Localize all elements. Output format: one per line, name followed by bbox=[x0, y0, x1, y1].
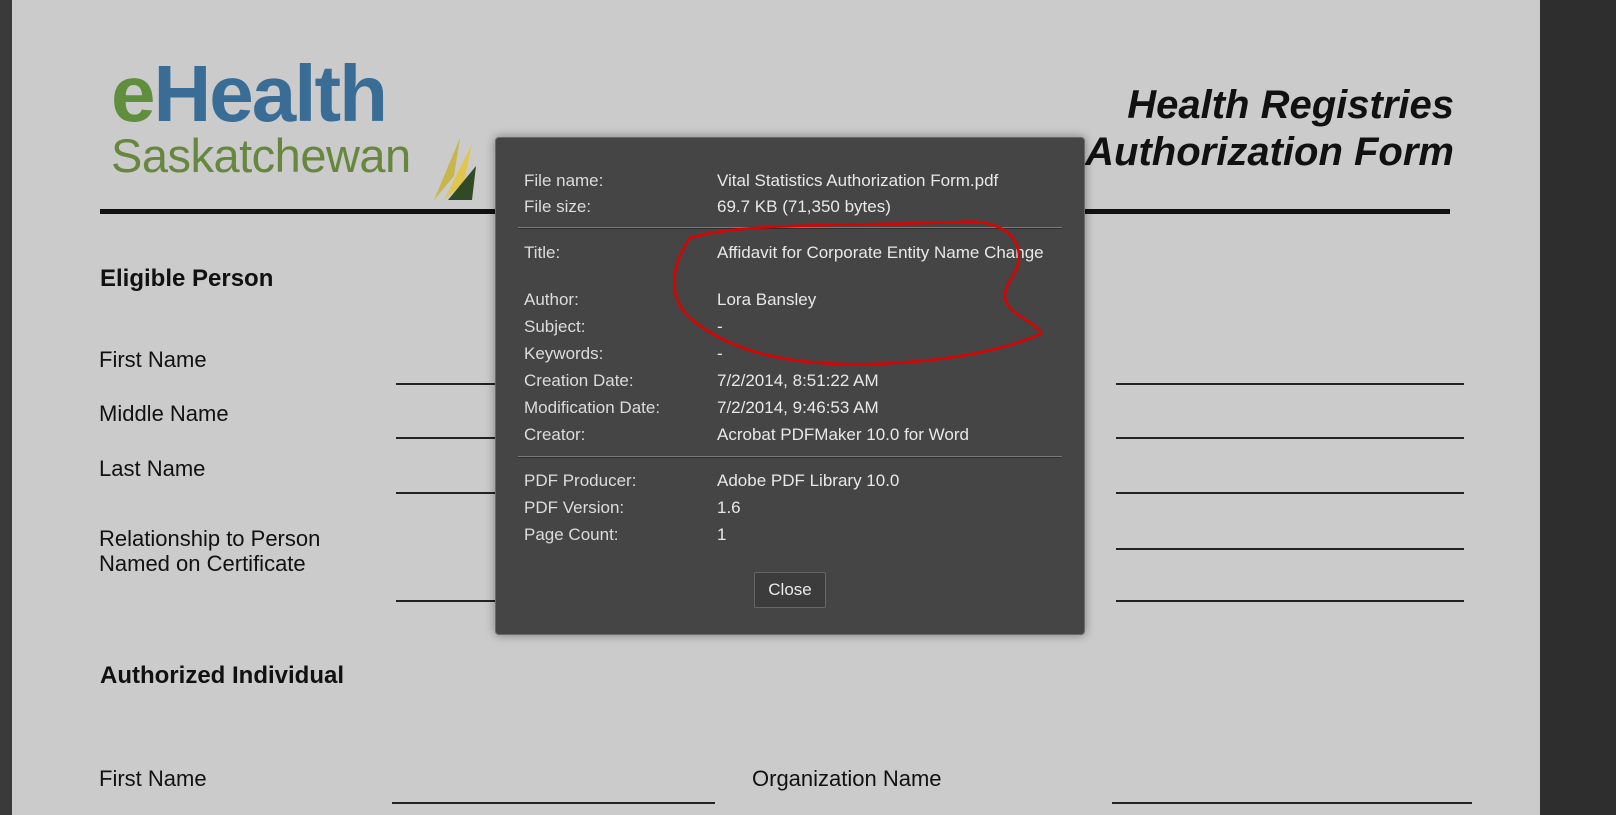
field-line-right-1[interactable] bbox=[1116, 383, 1464, 385]
wheat-logo-icon bbox=[434, 138, 476, 200]
field-line-right-3[interactable] bbox=[1116, 492, 1464, 494]
organization-name-line[interactable] bbox=[1112, 802, 1472, 804]
file-name-value: Vital Statistics Authorization Form.pdf bbox=[717, 171, 999, 190]
label-relationship: Relationship to Person Named on Certific… bbox=[99, 526, 320, 576]
form-title-line2: Authorization Form bbox=[1085, 130, 1454, 174]
file-name-label: File name: bbox=[524, 171, 604, 190]
file-size-value: 69.7 KB (71,350 bytes) bbox=[717, 197, 891, 216]
relationship-line-left[interactable] bbox=[396, 600, 496, 602]
logo-e: e bbox=[111, 49, 155, 138]
form-title: Health Registries Authorization Form bbox=[1085, 82, 1454, 176]
label-middle-name: Middle Name bbox=[99, 401, 229, 426]
keywords-label: Keywords: bbox=[524, 344, 604, 363]
label-relationship-line2: Named on Certificate bbox=[99, 551, 306, 576]
page-count-value: 1 bbox=[717, 525, 727, 544]
page-count-label: Page Count: bbox=[524, 525, 619, 544]
document-properties-dialog: File name: Vital Statistics Authorizatio… bbox=[495, 137, 1085, 635]
label-auth-first-name: First Name bbox=[99, 766, 207, 791]
label-first-name: First Name bbox=[99, 347, 207, 372]
subject-label: Subject: bbox=[524, 317, 586, 336]
pdf-version-label: PDF Version: bbox=[524, 498, 625, 517]
logo-health: Health bbox=[153, 49, 388, 138]
label-last-name: Last Name bbox=[99, 456, 206, 481]
logo-saskatchewan: Saskatchewan bbox=[111, 129, 411, 182]
modification-date-label: Modification Date: bbox=[524, 398, 661, 417]
subject-value: - bbox=[717, 317, 723, 336]
close-button[interactable]: Close bbox=[754, 572, 826, 608]
pdf-producer-value: Adobe PDF Library 10.0 bbox=[717, 471, 900, 490]
viewer-right-gutter bbox=[1540, 0, 1616, 815]
last-name-line-left[interactable] bbox=[396, 492, 496, 494]
section-authorized-individual: Authorized Individual bbox=[100, 662, 344, 689]
field-line-right-4[interactable] bbox=[1116, 548, 1464, 550]
label-relationship-line1: Relationship to Person bbox=[99, 526, 321, 551]
author-label: Author: bbox=[524, 290, 579, 309]
auth-first-name-line[interactable] bbox=[392, 802, 715, 804]
ehealth-logo-wordmark: eHealth bbox=[111, 48, 388, 140]
pdf-version-value: 1.6 bbox=[717, 498, 741, 517]
first-name-line-left[interactable] bbox=[396, 383, 496, 385]
creator-label: Creator: bbox=[524, 425, 586, 444]
separator-1 bbox=[518, 227, 1062, 229]
title-label: Title: bbox=[524, 243, 561, 262]
label-organization-name: Organization Name bbox=[752, 766, 942, 791]
author-value: Lora Bansley bbox=[717, 290, 817, 309]
title-value: Affidavit for Corporate Entity Name Chan… bbox=[717, 243, 1044, 262]
field-line-right-5[interactable] bbox=[1116, 600, 1464, 602]
keywords-value: - bbox=[717, 344, 723, 363]
pdf-producer-label: PDF Producer: bbox=[524, 471, 637, 490]
middle-name-line-left[interactable] bbox=[396, 437, 496, 439]
file-size-label: File size: bbox=[524, 197, 592, 216]
form-title-line1: Health Registries bbox=[1127, 83, 1454, 127]
creation-date-label: Creation Date: bbox=[524, 371, 634, 390]
modification-date-value: 7/2/2014, 9:46:53 AM bbox=[717, 398, 879, 417]
section-eligible-person: Eligible Person bbox=[100, 265, 274, 292]
creator-value: Acrobat PDFMaker 10.0 for Word bbox=[717, 425, 969, 444]
creation-date-value: 7/2/2014, 8:51:22 AM bbox=[717, 371, 879, 390]
separator-2 bbox=[518, 456, 1062, 458]
field-line-right-2[interactable] bbox=[1116, 437, 1464, 439]
